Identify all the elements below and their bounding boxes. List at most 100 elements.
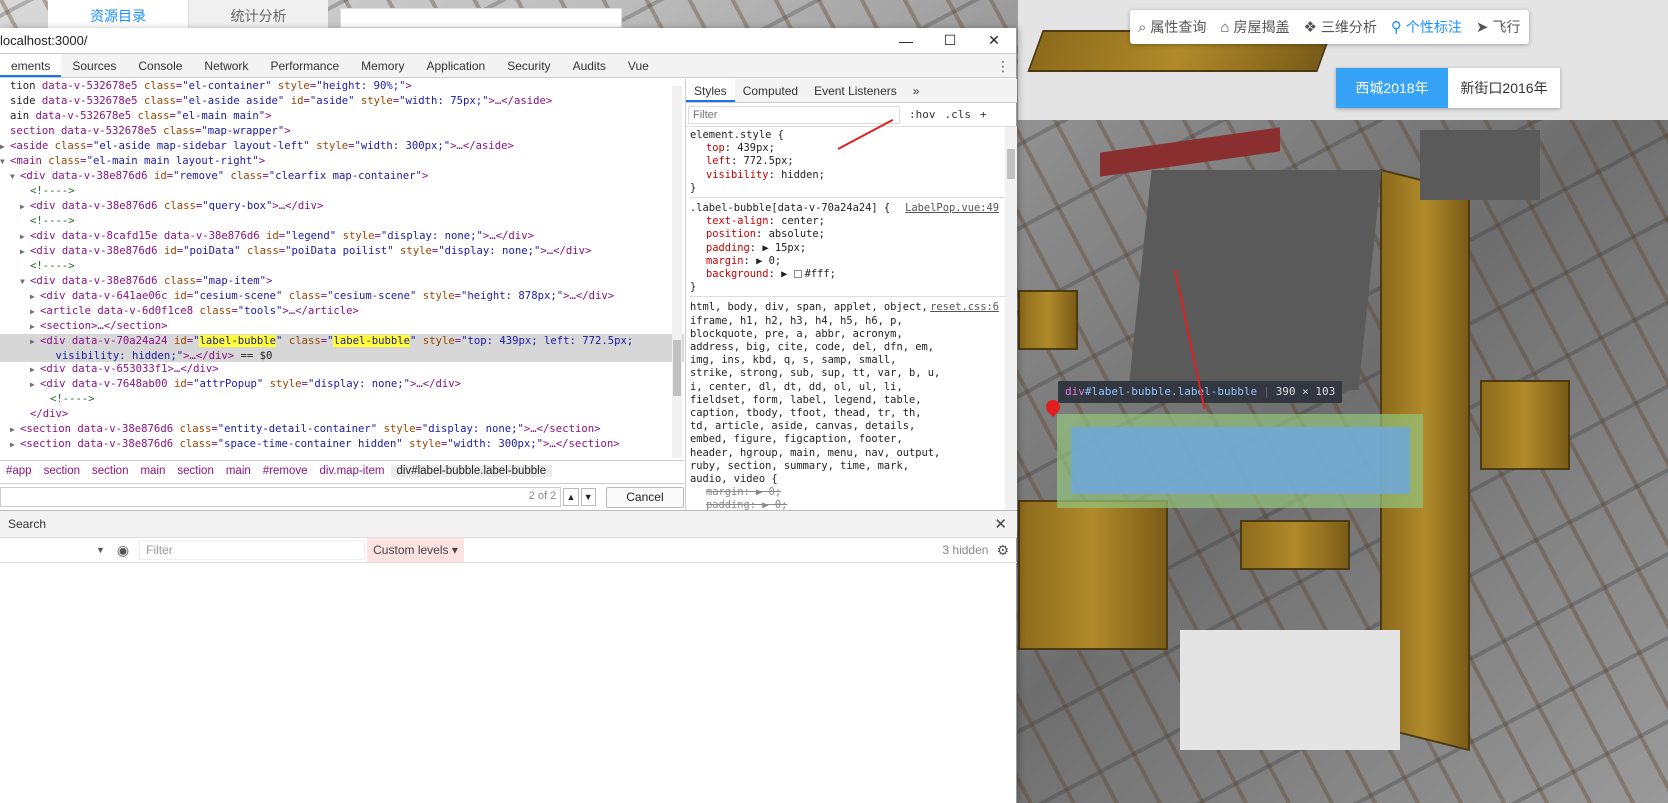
year-button-xinjiekou-2016[interactable]: 新街口2016年 [1448, 68, 1560, 108]
breadcrumb-item[interactable]: div.map-item [314, 465, 391, 477]
tab-statistics[interactable]: 统计分析 [188, 0, 328, 28]
dom-node[interactable]: ▼ <div data-v-38e876d6 class="map-item"> [0, 274, 684, 289]
styles-filter-input[interactable] [688, 105, 900, 124]
expand-right-icon[interactable]: ▶ [10, 437, 20, 452]
css-property[interactable]: padding: ▶ 0; [690, 499, 1013, 510]
cls-toggle[interactable]: .cls [945, 108, 972, 121]
tab-styles[interactable]: Styles [686, 79, 735, 102]
css-rule-reset[interactable]: html, body, div, span, applet, object, i… [690, 301, 1013, 510]
tab-elements[interactable]: ements [0, 54, 62, 77]
css-rule[interactable]: .label-bubble[data-v-70a24a24] {LabelPop… [690, 202, 1013, 298]
more-tabs-icon[interactable]: » [905, 79, 928, 102]
expand-right-icon[interactable]: ▶ [30, 289, 40, 304]
breadcrumb-item[interactable]: section [171, 465, 219, 477]
scrollbar-thumb[interactable] [673, 340, 681, 396]
tab-application[interactable]: Application [415, 54, 496, 77]
tab-vue[interactable]: Vue [617, 54, 660, 77]
hov-toggle[interactable]: :hov [909, 108, 936, 121]
expand-down-icon[interactable]: ▼ [10, 169, 20, 184]
expand-down-icon[interactable]: ▼ [20, 274, 30, 289]
css-property[interactable]: visibility: hidden; [690, 169, 1013, 182]
css-property[interactable]: left: 772.5px; [690, 155, 1013, 168]
tab-computed[interactable]: Computed [735, 79, 806, 102]
expand-right-icon[interactable]: ▶ [30, 319, 40, 334]
breadcrumb-item[interactable]: section [86, 465, 134, 477]
expand-right-icon[interactable]: ▶ [30, 377, 40, 392]
dom-node[interactable]: ▶ <article data-v-6d0f1ce8 class="tools">… [0, 304, 684, 319]
tab-resource-catalog[interactable]: 资源目录 [48, 0, 188, 28]
tab-sources[interactable]: Sources [61, 54, 127, 77]
breadcrumb-item[interactable]: main [220, 465, 257, 477]
gear-icon[interactable]: ⚙ [996, 542, 1009, 559]
year-button-xicheng-2018[interactable]: 西城2018年 [1336, 68, 1448, 108]
more-options-icon[interactable]: ⋮ [996, 54, 1010, 78]
console-filter-input[interactable]: Filter [139, 540, 366, 560]
find-prev-icon[interactable]: ▲ [563, 488, 579, 506]
breadcrumb-item[interactable]: main [134, 465, 171, 477]
expand-right-icon[interactable]: ▶ [30, 304, 40, 319]
log-levels-dropdown[interactable]: Custom levels ▾ [367, 538, 464, 562]
styles-rules[interactable]: element.style {top: 439px; left: 772.5px;… [686, 127, 1017, 510]
css-source-link[interactable]: reset.css:6 [930, 301, 999, 314]
add-rule-icon[interactable]: + [980, 108, 987, 121]
expand-right-icon[interactable]: ▶ [30, 334, 40, 349]
css-property[interactable]: text-align: center; [690, 215, 1013, 228]
expand-right-icon[interactable]: ▶ [0, 139, 10, 154]
breadcrumb-item[interactable]: #remove [257, 465, 314, 477]
tab-network[interactable]: Network [193, 54, 259, 77]
dom-node[interactable]: ▶ <div data-v-653033f1>…</div> [0, 362, 684, 377]
elements-dom-tree[interactable]: tion data-v-532678e5 class="el-container… [0, 79, 684, 460]
expand-right-icon[interactable]: ▶ [20, 229, 30, 244]
maximize-button[interactable]: ☐ [928, 28, 972, 54]
tab-audits[interactable]: Audits [562, 54, 617, 77]
dom-node[interactable]: ▶ <section>…</section> [0, 319, 684, 334]
breadcrumb-item[interactable]: div#label-bubble.label-bubble [390, 465, 553, 477]
close-button[interactable]: ✕ [972, 28, 1016, 54]
css-property[interactable]: top: 439px; [690, 142, 1013, 155]
selected-dom-node[interactable]: ▶ <div data-v-70a24a24 id="label-bubble" … [0, 334, 684, 362]
find-cancel-button[interactable]: Cancel [605, 486, 684, 508]
minimize-button[interactable]: — [884, 28, 928, 54]
dom-node[interactable]: ▼ <div data-v-38e876d6 id="remove" class=… [0, 169, 684, 184]
css-property[interactable]: position: absolute; [690, 228, 1013, 241]
find-next-icon[interactable]: ▼ [580, 488, 596, 506]
close-icon[interactable]: ✕ [994, 515, 1007, 533]
expand-right-icon[interactable]: ▶ [20, 244, 30, 259]
expand-right-icon[interactable]: ▶ [20, 199, 30, 214]
scrollbar-thumb[interactable] [1007, 149, 1015, 179]
app-search-input[interactable] [340, 8, 622, 28]
toolbar-custom-label[interactable]: ⚲ 个性标注 [1391, 17, 1462, 37]
dom-node[interactable]: ain data-v-532678e5 class="el-main main"… [0, 109, 684, 124]
css-property[interactable]: padding: ▶ 15px; [690, 242, 1013, 255]
elements-scrollbar[interactable] [672, 86, 682, 458]
dom-node[interactable]: ▶ <div data-v-7648ab00 id="attrPopup" sty… [0, 377, 684, 392]
dom-node[interactable]: <!----> [0, 214, 684, 229]
dom-node[interactable]: section data-v-532678e5 class="map-wrapp… [0, 124, 684, 139]
dom-node[interactable]: ▶ <div data-v-641ae06c id="cesium-scene" … [0, 289, 684, 304]
styles-scrollbar[interactable] [1005, 127, 1017, 510]
css-property[interactable]: margin: ▶ 0; [690, 486, 1013, 499]
tab-performance[interactable]: Performance [259, 54, 350, 77]
toolbar-fly[interactable]: ➤ 飞行 [1476, 17, 1521, 37]
tab-console[interactable]: Console [127, 54, 193, 77]
breadcrumb-item[interactable]: #app [0, 465, 38, 477]
dom-node[interactable]: ▶ <div data-v-8cafd15e data-v-38e876d6 id… [0, 229, 684, 244]
dom-node[interactable]: side data-v-532678e5 class="el-aside asi… [0, 94, 684, 109]
dom-node[interactable]: tion data-v-532678e5 class="el-container… [0, 79, 684, 94]
toolbar-roof-reveal[interactable]: ⌂ 房屋揭盖 [1220, 17, 1289, 37]
expand-right-icon[interactable]: ▶ [30, 362, 40, 377]
dom-node[interactable]: ▶ <div data-v-38e876d6 class="query-box">… [0, 199, 684, 214]
css-property[interactable]: background: ▶ #fff; [690, 268, 1013, 281]
color-swatch[interactable] [793, 270, 802, 279]
dom-node[interactable]: <!----> [0, 184, 684, 199]
tab-event-listeners[interactable]: Event Listeners [806, 79, 905, 102]
expand-right-icon[interactable]: ▶ [10, 422, 20, 437]
context-dropdown-icon[interactable]: ▼ [96, 545, 105, 555]
dom-node[interactable]: ▶ <aside class="el-aside map-sidebar layo… [0, 139, 684, 154]
dom-node[interactable]: </div> [0, 407, 684, 422]
css-property[interactable]: margin: ▶ 0; [690, 255, 1013, 268]
dom-node[interactable]: ▶ <section data-v-38e876d6 class="space-t… [0, 437, 684, 452]
dom-node[interactable]: ▶ <div data-v-38e876d6 id="poiData" class… [0, 244, 684, 259]
toolbar-3d-analysis[interactable]: ❖ 三维分析 [1303, 17, 1376, 37]
breadcrumb-item[interactable]: section [38, 465, 86, 477]
